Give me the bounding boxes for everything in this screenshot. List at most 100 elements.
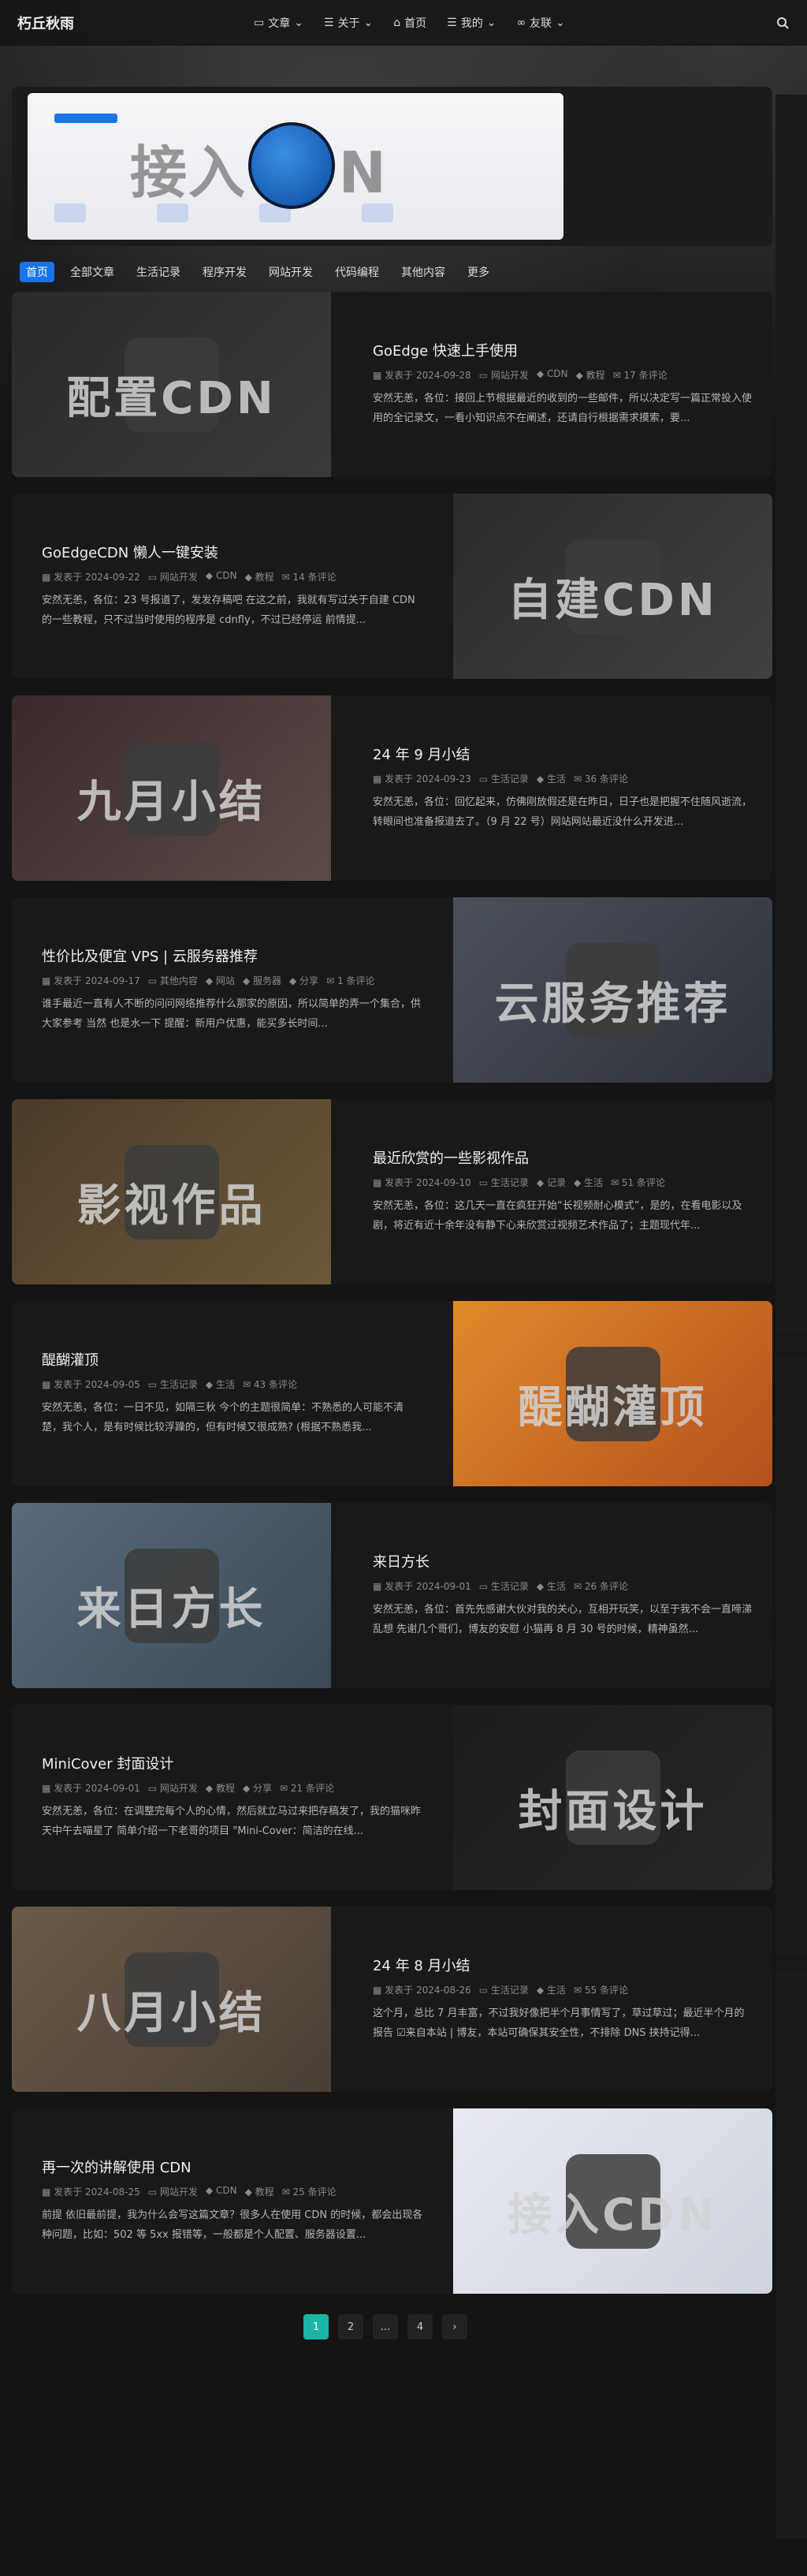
- nav-item-2[interactable]: ⌂ 首页: [393, 15, 426, 31]
- page-button[interactable]: 4: [407, 2314, 433, 2339]
- post-title[interactable]: GoEdgeCDN 懒人一键安装: [42, 542, 423, 562]
- post-tag[interactable]: ◆ 教程: [245, 570, 274, 583]
- post-card[interactable]: 九月小结 24 年 9 月小结 ▦ 发表于 2024-09-23 ▭ 生活记录 ◆ 生活…: [12, 695, 772, 881]
- post-comments[interactable]: ✉ 21 条评论: [280, 1781, 334, 1795]
- post-category[interactable]: ▭ 生活记录: [479, 1983, 529, 1996]
- comment-icon: ✉: [573, 1581, 585, 1592]
- post-tag[interactable]: ◆ 服务器: [243, 974, 281, 987]
- post-card[interactable]: 来日方长 来日方长 ▦ 发表于 2024-09-01 ▭ 生活记录 ◆ 生活 ✉ 26 条…: [12, 1503, 772, 1688]
- post-tag[interactable]: ◆ 教程: [245, 2185, 274, 2198]
- page-button[interactable]: 1: [303, 2314, 329, 2339]
- post-category[interactable]: ▭ 网站开发: [148, 1781, 198, 1795]
- category-tab[interactable]: 网站开发: [262, 262, 319, 282]
- post-comments[interactable]: ✉ 55 条评论: [574, 1983, 628, 1996]
- site-logo[interactable]: 朽丘秋雨: [17, 13, 254, 33]
- post-title[interactable]: 再一次的讲解使用 CDN: [42, 2157, 423, 2177]
- post-tag[interactable]: ◆ 记录: [537, 1176, 566, 1189]
- next-page-icon[interactable]: ›: [442, 2314, 467, 2339]
- post-title[interactable]: 最近欣赏的一些影视作品: [373, 1147, 754, 1168]
- category-tab[interactable]: 其他内容: [395, 262, 452, 282]
- post-comments[interactable]: ✉ 51 条评论: [611, 1176, 665, 1189]
- post-category[interactable]: ▭ 网站开发: [479, 368, 529, 382]
- post-card[interactable]: 接入CDN 再一次的讲解使用 CDN ▦ 发表于 2024-08-25 ▭ 网站开发 ◆…: [12, 2108, 772, 2294]
- post-category[interactable]: ▭ 生活记录: [479, 1579, 529, 1593]
- post-title[interactable]: 24 年 8 月小结: [373, 1955, 754, 1975]
- nav-item-0[interactable]: ▭ 文章 ⌄: [254, 15, 303, 31]
- post-excerpt: 谁手最近一直有人不断的问问网络推荐什么那家的原因，所以简单的弄一个集合，供大家参…: [42, 998, 422, 1030]
- post-title[interactable]: 性价比及便宜 VPS | 云服务器推荐: [42, 945, 423, 966]
- post-card[interactable]: 配置CDN GoEdge 快速上手使用 ▦ 发表于 2024-09-28 ▭ 网站开发…: [12, 292, 772, 477]
- post-comments[interactable]: ✉ 17 条评论: [613, 368, 668, 382]
- post-card[interactable]: 云服务推荐 性价比及便宜 VPS | 云服务器推荐 ▦ 发表于 2024-09-17…: [12, 897, 772, 1083]
- post-comments[interactable]: ✉ 14 条评论: [282, 570, 337, 583]
- post-thumbnail[interactable]: 云服务推荐: [453, 897, 772, 1083]
- nav-item-3[interactable]: ☰ 我的 ⌄: [447, 15, 496, 31]
- category-tab[interactable]: 程序开发: [196, 262, 253, 282]
- post-tag[interactable]: ◆ CDN: [206, 570, 237, 583]
- post-tag[interactable]: ◆ 生活: [206, 1377, 235, 1391]
- nav-item-1[interactable]: ☰ 关于 ⌄: [324, 15, 373, 31]
- post-tag[interactable]: ◆ 生活: [537, 772, 566, 785]
- category-tab[interactable]: 更多: [461, 262, 496, 282]
- post-thumbnail[interactable]: 接入CDN: [453, 2108, 772, 2294]
- post-thumbnail[interactable]: 封面设计: [453, 1705, 772, 1890]
- post-card[interactable]: 八月小结 24 年 8 月小结 ▦ 发表于 2024-08-26 ▭ 生活记录 ◆ 生活…: [12, 1907, 772, 2092]
- post-thumbnail[interactable]: 八月小结: [12, 1907, 331, 2092]
- post-category[interactable]: ▭ 网站开发: [148, 2185, 198, 2198]
- post-card[interactable]: 影视作品 最近欣赏的一些影视作品 ▦ 发表于 2024-09-10 ▭ 生活记录 ◆ 记…: [12, 1099, 772, 1284]
- post-card[interactable]: 醍醐灌顶 醍醐灌顶 ▦ 发表于 2024-09-05 ▭ 生活记录 ◆ 生活 ✉ 43 条…: [12, 1301, 772, 1486]
- post-thumbnail[interactable]: 九月小结: [12, 695, 331, 881]
- post-title[interactable]: 醍醐灌顶: [42, 1349, 423, 1370]
- post-category[interactable]: ▭ 生活记录: [148, 1377, 198, 1391]
- post-tag[interactable]: ◆ 生活: [537, 1579, 566, 1593]
- tag-label: 网站: [215, 975, 235, 986]
- tag-icon: ◆: [205, 570, 216, 581]
- search-icon[interactable]: [775, 16, 790, 30]
- folder-icon: ▭: [478, 1581, 491, 1592]
- date-prefix: 发表于: [54, 2186, 83, 2198]
- page-button[interactable]: ...: [373, 2314, 398, 2339]
- date-value: 2024-09-28: [416, 370, 471, 381]
- post-tag[interactable]: ◆ 网站: [206, 974, 235, 987]
- post-meta: ▦ 发表于 2024-09-10 ▭ 生活记录 ◆ 记录 ◆ 生活 ✉ 51 条评论: [373, 1176, 754, 1189]
- date-prefix: 发表于: [385, 774, 414, 785]
- post-thumbnail[interactable]: 自建CDN: [453, 494, 772, 679]
- post-title[interactable]: GoEdge 快速上手使用: [373, 340, 754, 360]
- post-card[interactable]: 自建CDN GoEdgeCDN 懒人一键安装 ▦ 发表于 2024-09-22 ▭ 网…: [12, 494, 772, 679]
- post-card[interactable]: 封面设计 MiniCover 封面设计 ▦ 发表于 2024-09-01 ▭ 网站开发…: [12, 1705, 772, 1890]
- calendar-icon: ▦: [42, 975, 54, 986]
- post-tag[interactable]: ◆ CDN: [206, 2185, 237, 2198]
- category-tab[interactable]: 首页: [20, 262, 54, 282]
- page-button[interactable]: 2: [338, 2314, 363, 2339]
- featured-banner[interactable]: 接入CDN: [12, 87, 772, 246]
- category-label: 网站开发: [159, 2186, 198, 2198]
- post-comments[interactable]: ✉ 43 条评论: [243, 1377, 297, 1391]
- post-title[interactable]: 来日方长: [373, 1551, 754, 1571]
- post-tag[interactable]: ◆ 生活: [574, 1176, 603, 1189]
- post-tag[interactable]: ◆ 生活: [537, 1983, 566, 1996]
- post-tag[interactable]: ◆ 分享: [243, 1781, 272, 1795]
- post-tag[interactable]: ◆ CDN: [537, 368, 568, 382]
- post-thumbnail[interactable]: 配置CDN: [12, 292, 331, 477]
- post-comments[interactable]: ✉ 26 条评论: [574, 1579, 628, 1593]
- post-category[interactable]: ▭ 网站开发: [148, 570, 198, 583]
- post-title[interactable]: MiniCover 封面设计: [42, 1753, 423, 1773]
- nav-item-4[interactable]: ∞ 友联 ⌄: [516, 15, 564, 31]
- category-tab[interactable]: 全部文章: [64, 262, 121, 282]
- post-category[interactable]: ▭ 生活记录: [479, 772, 529, 785]
- post-category[interactable]: ▭ 其他内容: [148, 974, 198, 987]
- post-category[interactable]: ▭ 生活记录: [479, 1176, 529, 1189]
- post-tag[interactable]: ◆ 分享: [289, 974, 318, 987]
- post-comments[interactable]: ✉ 1 条评论: [326, 974, 374, 987]
- post-thumbnail[interactable]: 影视作品: [12, 1099, 331, 1284]
- post-comments[interactable]: ✉ 36 条评论: [574, 772, 628, 785]
- tag-label: 生活: [546, 774, 566, 785]
- post-title[interactable]: 24 年 9 月小结: [373, 744, 754, 764]
- post-comments[interactable]: ✉ 25 条评论: [282, 2185, 337, 2198]
- post-thumbnail[interactable]: 醍醐灌顶: [453, 1301, 772, 1486]
- category-tab[interactable]: 代码编程: [329, 262, 385, 282]
- post-thumbnail[interactable]: 来日方长: [12, 1503, 331, 1688]
- post-tag[interactable]: ◆ 教程: [576, 368, 605, 382]
- post-tag[interactable]: ◆ 教程: [206, 1781, 235, 1795]
- category-tab[interactable]: 生活记录: [130, 262, 187, 282]
